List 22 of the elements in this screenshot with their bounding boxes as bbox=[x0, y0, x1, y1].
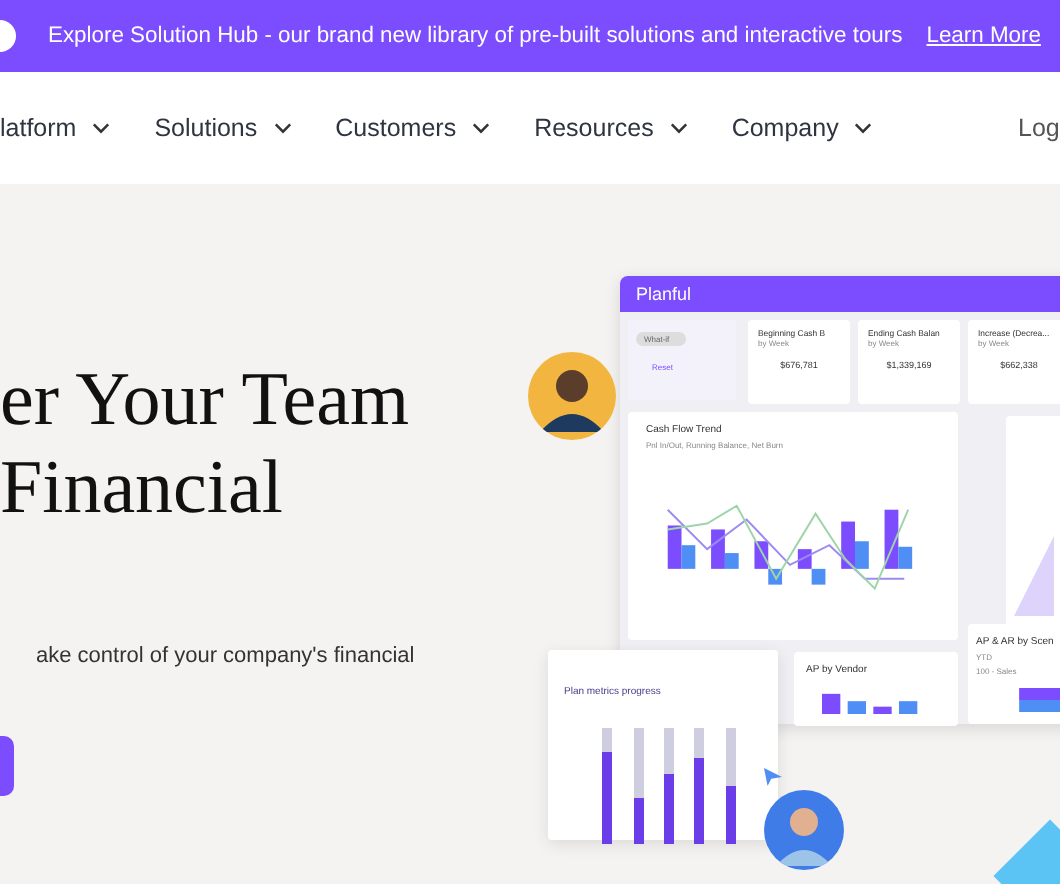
avatar-silhouette bbox=[764, 790, 844, 870]
hero-paragraph: ake control of your company's financial bbox=[36, 644, 415, 668]
banner-text: Explore Solution Hub - our brand new library of pre-built solutions and interactive tours bbox=[48, 24, 903, 48]
nav-menu-item[interactable]: latform bbox=[0, 114, 111, 142]
nav-menu-item[interactable]: Solutions bbox=[154, 114, 292, 142]
nav-menu-item[interactable]: Resources bbox=[534, 114, 688, 142]
nav-menu-item[interactable]: Company bbox=[731, 114, 873, 142]
hero-heading: Financial bbox=[0, 444, 283, 532]
learn-more-link[interactable]: Learn More bbox=[926, 24, 1041, 48]
login-link[interactable]: Log bbox=[1018, 114, 1060, 142]
area-chart-drawing bbox=[1014, 536, 1054, 616]
chevron-down-icon bbox=[854, 122, 873, 134]
avatar-silhouette bbox=[528, 352, 616, 440]
nav-menu-item[interactable]: Customers bbox=[335, 114, 491, 142]
chevron-down-icon bbox=[472, 122, 491, 134]
hero-heading: er Your Team bbox=[0, 356, 410, 444]
chevron-down-icon bbox=[92, 122, 111, 134]
cta-button[interactable] bbox=[0, 736, 14, 796]
dashboard-title: Planful bbox=[620, 276, 1060, 312]
cursor-icon bbox=[764, 768, 782, 786]
chevron-down-icon bbox=[273, 122, 292, 134]
chevron-down-icon bbox=[669, 122, 688, 134]
